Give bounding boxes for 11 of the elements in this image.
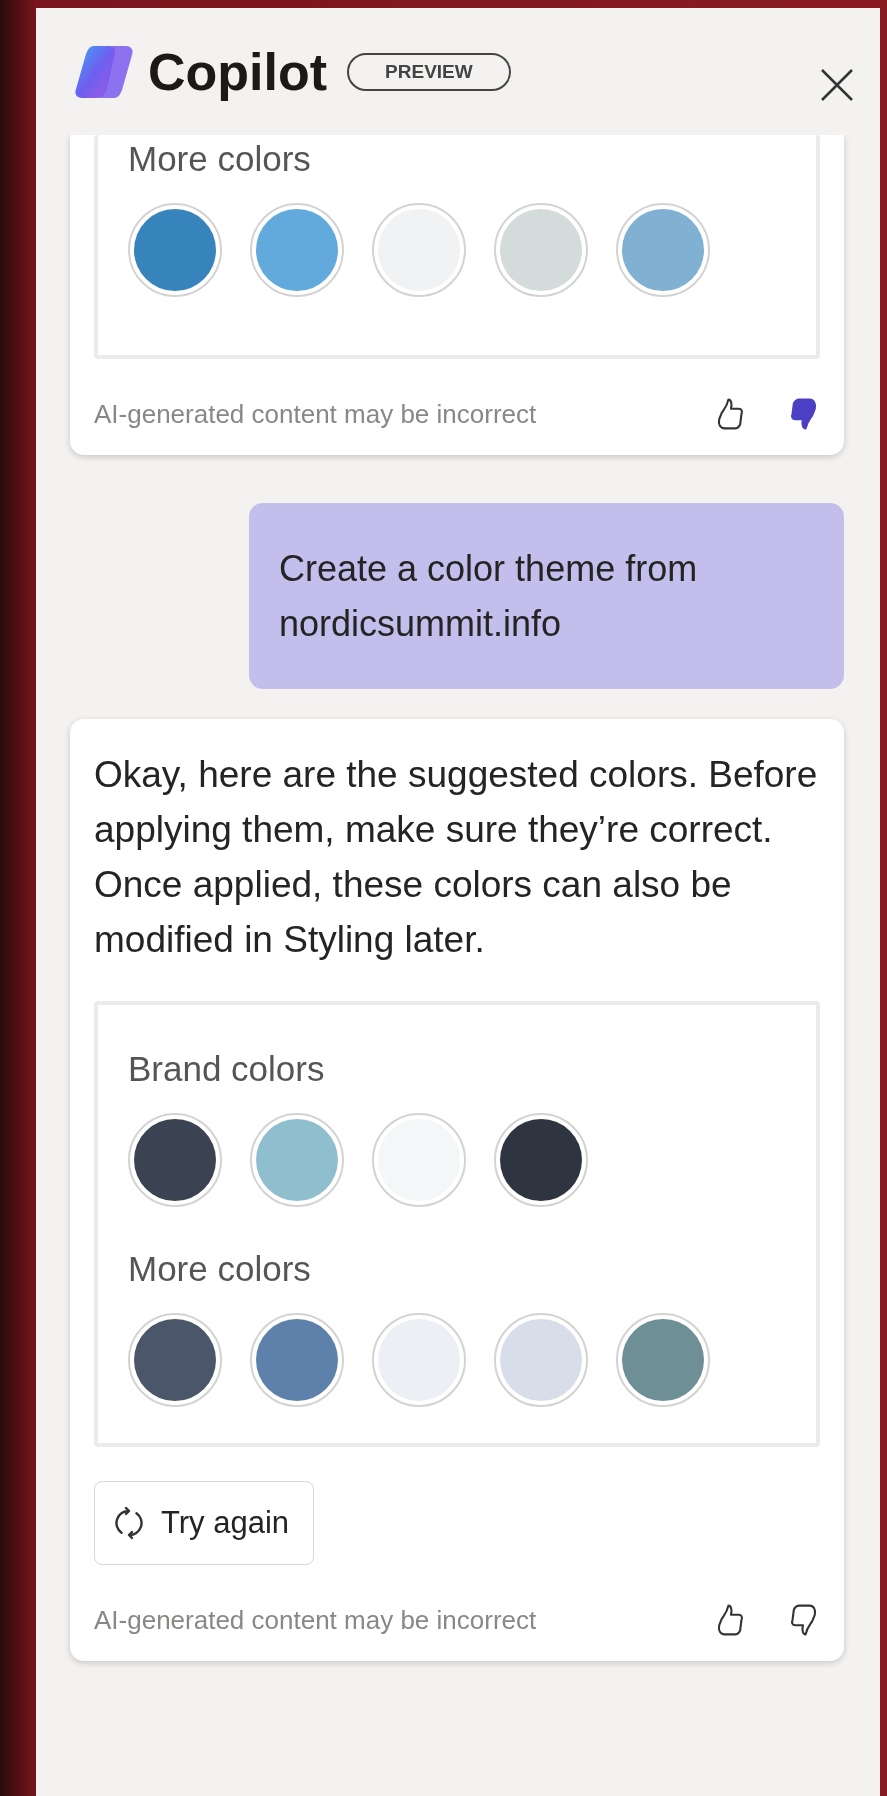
window-title: Copilot <box>148 41 328 102</box>
logo-icon <box>74 43 134 100</box>
section-heading: More colors <box>128 1249 312 1289</box>
disclaimer-text: AI-generated content may be incorrect <box>94 1604 537 1636</box>
try-again-button[interactable]: Try again <box>94 1481 315 1565</box>
response-text: Okay, here are the suggested colors. Before applying them, make sure they’re correct. Once applied, these colors can also be modified in Styling later. <box>94 753 819 962</box>
section-heading: Brand colors <box>128 1049 326 1089</box>
section-heading: More colors <box>128 139 312 179</box>
disclaimer-text: AI-generated content may be incorrect <box>94 398 537 430</box>
user-message: Create a color theme from nordicsummit.info <box>249 503 844 689</box>
preview-badge: PREVIEW <box>347 52 511 91</box>
